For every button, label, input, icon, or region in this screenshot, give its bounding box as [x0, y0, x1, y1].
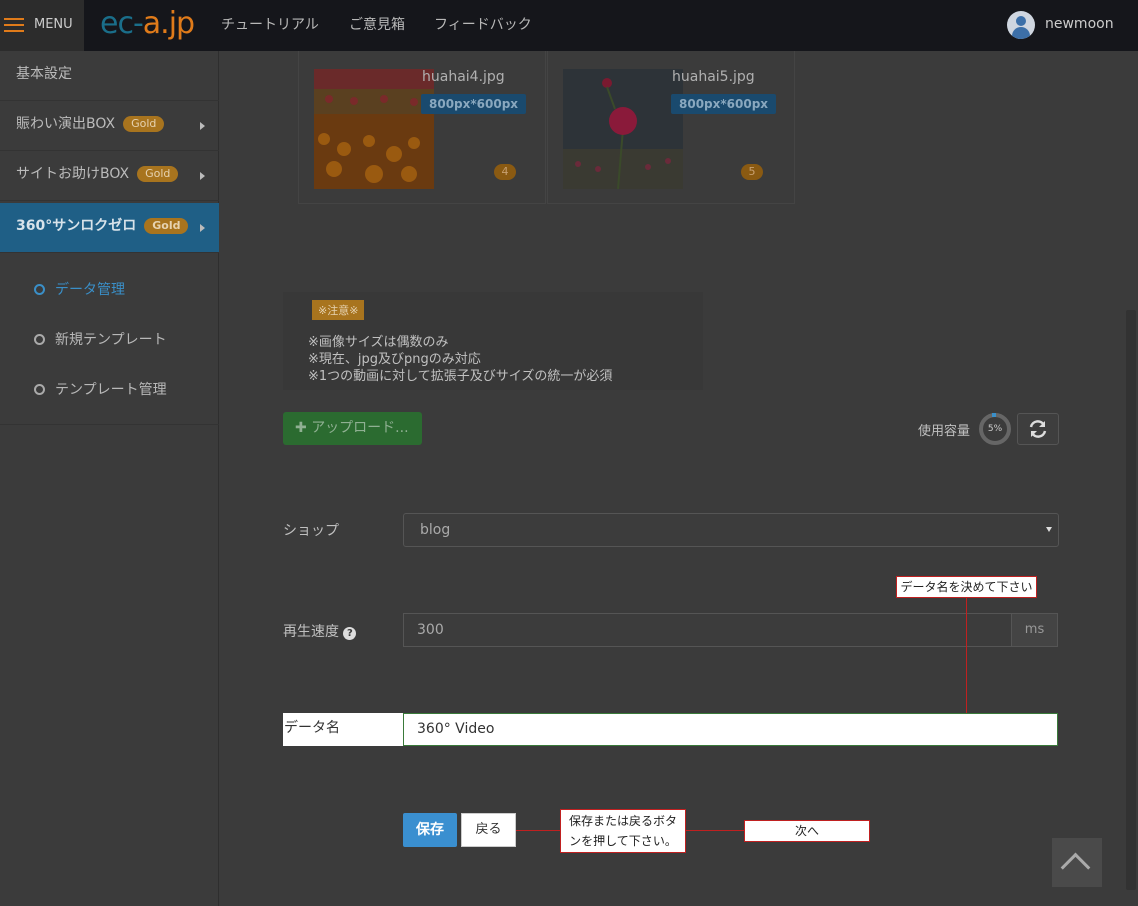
sidebar-sub-label: テンプレート管理: [55, 382, 167, 398]
sidebar-sub-label: 新規テンプレート: [55, 332, 167, 348]
annotation-text: 保存または戻るボタ: [568, 814, 677, 828]
logo[interactable]: ec-a.jp: [100, 6, 195, 41]
top-bar: MENU ec-a.jp チュートリアル ご意見箱 フィードバック newmoo…: [0, 0, 1138, 51]
sidebar-sub-new-template[interactable]: 新規テンプレート: [34, 329, 167, 349]
circle-icon: [34, 334, 45, 345]
data-name-input-value: 360° Video: [417, 721, 495, 737]
annotation-line: [686, 830, 744, 831]
sidebar-item-360[interactable]: 360°サンロクゼロ Gold: [0, 203, 219, 253]
shop-label: ショップ: [283, 523, 339, 539]
sidebar-item-nigiwai-box[interactable]: 賑わい演出BOX Gold: [0, 101, 219, 151]
image-filename: huahai5.jpg: [672, 69, 755, 85]
sidebar-divider: [0, 424, 219, 425]
dropdown-arrow-icon: [1046, 527, 1052, 532]
sidebar-sub-data-management[interactable]: データ管理: [34, 279, 125, 299]
usage-label: 使用容量: [918, 424, 971, 439]
user-avatar-icon[interactable]: [1007, 11, 1035, 39]
nav-feedback-box[interactable]: ご意見箱: [349, 14, 405, 34]
user-name[interactable]: newmoon: [1045, 16, 1114, 32]
shop-select-value: blog: [420, 522, 451, 538]
image-card[interactable]: huahai4.jpg 800px*600px 4: [298, 51, 546, 204]
notice-badge: ※注意※: [312, 300, 365, 320]
notice-line: ※1つの動画に対して拡張子及びサイズの統一が必須: [308, 369, 613, 384]
nav-tutorial[interactable]: チュートリアル: [221, 14, 319, 34]
hamburger-icon: [4, 14, 24, 34]
circle-icon: [34, 384, 45, 395]
back-button[interactable]: 戻る: [461, 813, 516, 847]
circle-icon: [34, 284, 45, 295]
caret-right-icon: [200, 172, 205, 180]
sidebar-item-label: サイトお助けBOX: [16, 166, 130, 182]
upload-button[interactable]: ✚ アップロード...: [283, 412, 422, 445]
gold-badge: Gold: [144, 218, 189, 234]
data-name-label: データ名: [283, 713, 403, 746]
refresh-icon: [1029, 420, 1047, 438]
annotation-data-name: データ名を決めて下さい: [896, 576, 1037, 598]
image-card[interactable]: huahai5.jpg 800px*600px 5: [547, 51, 795, 204]
caret-right-icon: [200, 224, 205, 232]
annotation-line: [516, 830, 560, 831]
gold-badge: Gold: [137, 166, 179, 182]
shop-select[interactable]: blog: [403, 513, 1059, 547]
sidebar-sub-template-management[interactable]: テンプレート管理: [34, 379, 167, 399]
annotation-line: [966, 598, 967, 713]
image-size-badge: 800px*600px: [421, 94, 527, 114]
sidebar-item-basic-settings[interactable]: 基本設定: [0, 51, 219, 101]
back-to-top-button[interactable]: [1052, 838, 1102, 887]
save-button[interactable]: 保存: [403, 813, 457, 847]
menu-label: MENU: [34, 17, 73, 32]
speed-label-text: 再生速度: [283, 624, 339, 640]
annotation-next: 次へ: [744, 820, 870, 842]
usage-value: 5%: [987, 424, 1003, 434]
speed-input[interactable]: 300: [403, 613, 1012, 647]
scrollbar-thumb[interactable]: [1126, 310, 1136, 890]
image-size-badge: 800px*600px: [671, 94, 777, 114]
caret-right-icon: [200, 122, 205, 130]
sidebar-item-label: 360°サンロクゼロ: [16, 218, 137, 234]
image-number-badge: 4: [494, 164, 516, 180]
usage-ring-icon: 5%: [979, 413, 1011, 445]
annotation-text: ンを押して下さい。: [569, 834, 677, 848]
plus-icon: ✚: [295, 420, 312, 436]
annotation-buttons: 保存または戻るボタ ンを押して下さい。: [560, 809, 686, 853]
upload-label: アップロード...: [311, 420, 409, 436]
image-number-badge: 5: [741, 164, 763, 180]
sidebar: 基本設定 賑わい演出BOX Gold サイトお助けBOX Gold 360°サンロク…: [0, 51, 219, 906]
speed-label: 再生速度 ?: [283, 621, 357, 641]
refresh-button[interactable]: [1017, 413, 1059, 445]
sidebar-item-label: 基本設定: [16, 66, 72, 82]
tulip-field-thumbnail: [314, 69, 434, 189]
image-filename: huahai4.jpg: [422, 69, 505, 85]
logo-text-c: .jp: [160, 6, 195, 41]
notice-box: ※注意※ ※画像サイズは偶数のみ ※現在、jpg及びpngのみ対応 ※1つの動画…: [283, 292, 703, 390]
sidebar-item-label: 賑わい演出BOX: [16, 116, 116, 132]
data-name-input[interactable]: 360° Video: [403, 713, 1058, 746]
nav-feedback[interactable]: フィードバック: [434, 14, 532, 34]
gold-badge: Gold: [123, 116, 165, 132]
help-icon[interactable]: ?: [343, 627, 357, 640]
logo-text-b: a: [142, 6, 161, 41]
speed-unit-addon: ms: [1011, 613, 1058, 647]
speed-input-value: 300: [417, 622, 444, 638]
sidebar-item-site-help-box[interactable]: サイトお助けBOX Gold: [0, 151, 219, 201]
logo-text-a: ec-: [100, 6, 144, 41]
sidebar-sub-label: データ管理: [55, 282, 125, 298]
flower-thumbnail: [563, 69, 683, 189]
menu-button[interactable]: MENU: [0, 0, 84, 51]
